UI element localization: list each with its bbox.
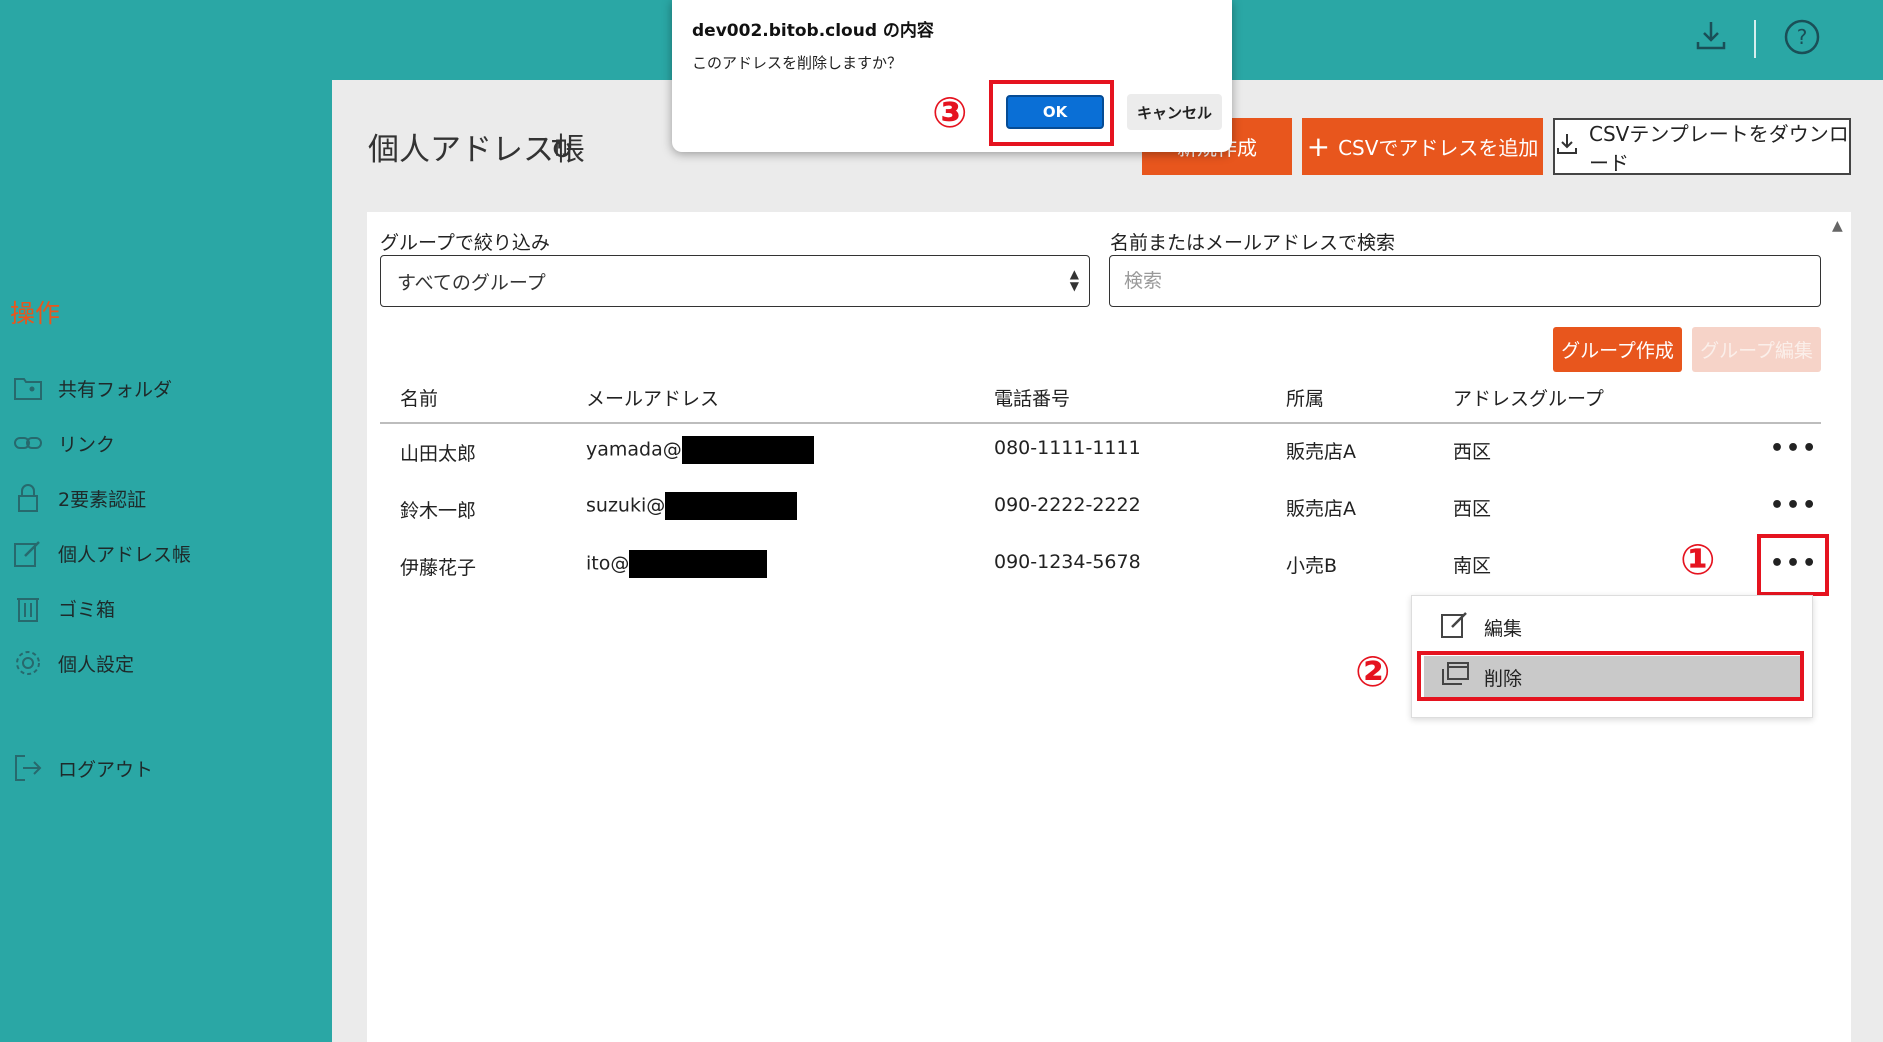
- cell-name: 山田太郎: [400, 443, 477, 465]
- gear-icon: [12, 647, 44, 679]
- cell-name: 伊藤花子: [400, 557, 477, 579]
- redaction-bar: [629, 550, 768, 578]
- email-prefix: ito@: [586, 552, 630, 575]
- link-icon: [12, 427, 44, 459]
- step-3-highlight: [989, 80, 1114, 146]
- redaction-bar: [681, 436, 814, 464]
- sidebar-item-2fa[interactable]: 2要素認証: [12, 480, 146, 516]
- menu-item-label: 編集: [1484, 617, 1523, 640]
- sidebar-item-label: 個人アドレス帳: [58, 543, 192, 566]
- refresh-icon[interactable]: ↻: [550, 133, 573, 166]
- csv-add-button-label: CSVでアドレスを追加: [1338, 136, 1539, 160]
- csv-template-button-label: CSVテンプレートをダウンロード: [1589, 121, 1849, 175]
- cell-phone: 090-2222-2222: [994, 494, 1141, 516]
- lock-icon: [12, 482, 44, 514]
- cell-group: 西区: [1453, 441, 1492, 463]
- column-header-name: 名前: [400, 388, 439, 410]
- table-header-divider: [380, 422, 1821, 424]
- cell-phone: 080-1111-1111: [994, 437, 1141, 459]
- dialog-message: このアドレスを削除しますか？: [692, 54, 903, 72]
- cell-group: 西区: [1453, 498, 1492, 520]
- cell-name: 鈴木一郎: [400, 500, 477, 522]
- group-edit-button[interactable]: グループ編集: [1692, 327, 1821, 372]
- cell-phone: 090-1234-5678: [994, 551, 1141, 573]
- search-field: [1109, 255, 1821, 307]
- help-icon[interactable]: ?: [1780, 18, 1824, 62]
- edit-icon: [1438, 609, 1472, 645]
- step-1-marker: ①: [1680, 535, 1716, 584]
- group-filter-select[interactable]: すべてのグループ ▲ ▼: [380, 255, 1090, 307]
- sidebar-item-logout[interactable]: ログアウト: [12, 750, 153, 786]
- cell-affiliation: 販売店A: [1286, 498, 1356, 520]
- edit-icon: [12, 537, 44, 569]
- email-prefix: suzuki@: [586, 494, 666, 517]
- sidebar-item-address-book[interactable]: 個人アドレス帳: [12, 535, 191, 571]
- cell-email: suzuki@: [586, 492, 798, 520]
- cell-email: yamada@: [586, 436, 814, 464]
- sidebar-item-label: 共有フォルダ: [58, 378, 173, 401]
- dialog-title: dev002.bitob.cloud の内容: [692, 21, 934, 41]
- select-arrows-icon: ▲ ▼: [1069, 267, 1079, 293]
- sidebar-item-shared-folder[interactable]: 共有フォルダ: [12, 370, 172, 406]
- sidebar-item-label: ゴミ箱: [58, 598, 116, 621]
- csv-template-download-button[interactable]: CSVテンプレートをダウンロード: [1553, 118, 1851, 175]
- trash-icon: [12, 592, 44, 624]
- sidebar-item-label: 2要素認証: [58, 488, 147, 511]
- column-header-group: アドレスグループ: [1453, 388, 1604, 410]
- sidebar-heading: 操作: [10, 299, 61, 328]
- cell-affiliation: 販売店A: [1286, 441, 1356, 463]
- shared-folder-icon: [12, 372, 44, 404]
- cell-group: 南区: [1453, 555, 1492, 577]
- redaction-bar: [665, 492, 798, 520]
- sidebar-item-label: ログアウト: [58, 758, 154, 781]
- search-label: 名前またはメールアドレスで検索: [1110, 232, 1396, 254]
- sidebar-item-label: リンク: [58, 433, 116, 456]
- sidebar-item-label: 個人設定: [58, 653, 135, 676]
- search-input[interactable]: [1110, 269, 1820, 293]
- header-separator: [1754, 20, 1756, 58]
- cell-email: ito@: [586, 550, 768, 578]
- scroll-up-arrow[interactable]: ▲: [1832, 218, 1843, 234]
- sidebar-item-link[interactable]: リンク: [12, 425, 115, 461]
- plus-icon: +: [1306, 130, 1331, 163]
- step-1-highlight: [1757, 534, 1829, 596]
- csv-add-button[interactable]: + CSVでアドレスを追加: [1302, 118, 1543, 175]
- column-header-email: メールアドレス: [586, 388, 720, 410]
- column-header-phone: 電話番号: [994, 388, 1071, 410]
- group-filter-label: グループで絞り込み: [380, 232, 550, 254]
- step-2-marker: ②: [1355, 647, 1391, 696]
- column-header-affiliation: 所属: [1286, 388, 1325, 410]
- group-filter-value: すべてのグループ: [397, 271, 546, 294]
- row-more-button[interactable]: •••: [1770, 493, 1818, 518]
- download-icon[interactable]: [1689, 18, 1733, 62]
- download-icon: [1555, 132, 1579, 161]
- sidebar-item-settings[interactable]: 個人設定: [12, 645, 134, 681]
- step-2-highlight: [1417, 651, 1804, 701]
- step-3-marker: ③: [932, 88, 968, 137]
- group-create-button[interactable]: グループ作成: [1553, 327, 1682, 372]
- svg-text:?: ?: [1797, 25, 1808, 49]
- cell-affiliation: 小売B: [1286, 555, 1338, 577]
- dialog-cancel-button[interactable]: キャンセル: [1127, 94, 1222, 130]
- email-prefix: yamada@: [586, 438, 682, 461]
- sidebar-item-trash[interactable]: ゴミ箱: [12, 590, 115, 626]
- menu-item-edit[interactable]: 編集: [1424, 606, 1800, 648]
- logout-icon: [12, 752, 44, 784]
- row-more-button[interactable]: •••: [1770, 436, 1818, 461]
